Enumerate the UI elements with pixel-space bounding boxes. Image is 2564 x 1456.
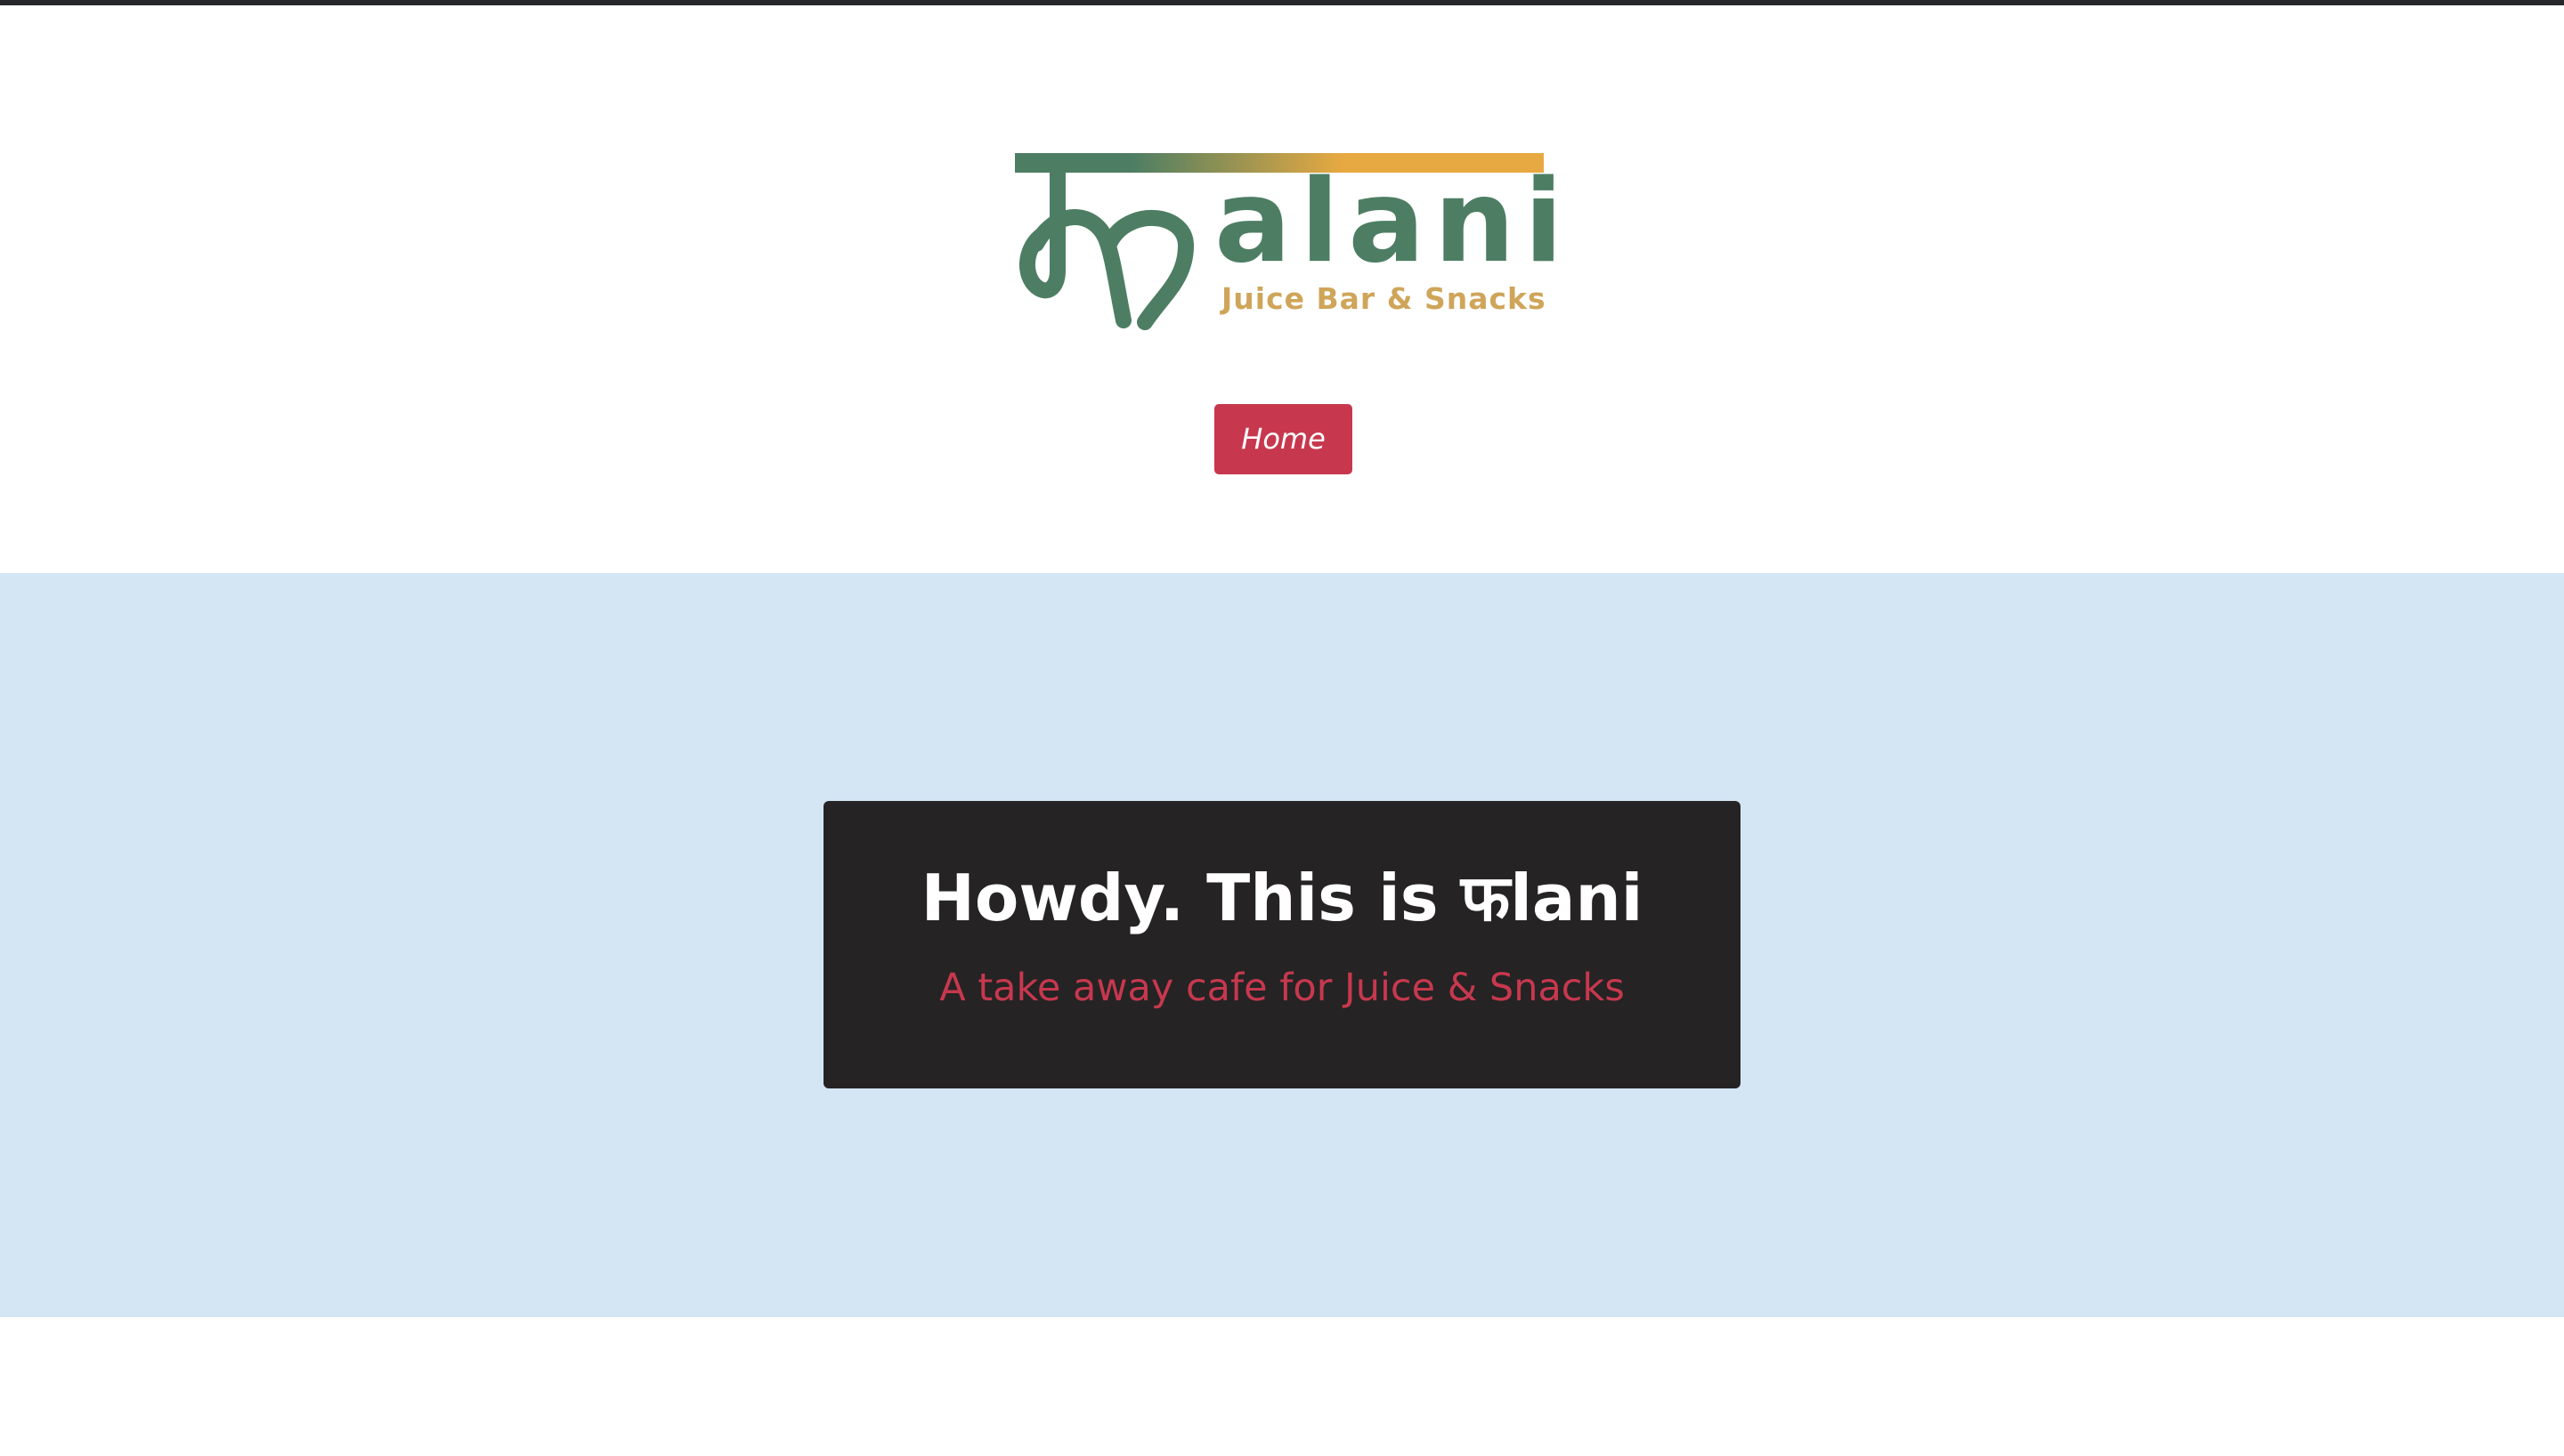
hero-title: Howdy. This is फlani [921, 861, 1643, 935]
hero-subtitle: A take away cafe for Juice & Snacks [939, 966, 1625, 1010]
hero-section: Howdy. This is फlani A take away cafe fo… [0, 573, 2564, 1317]
logo-tagline: Juice Bar & Snacks [1221, 281, 1546, 316]
page-bottom-space [0, 1317, 2564, 1456]
logo-wordmark: alani [1214, 156, 1572, 288]
hero-card: Howdy. This is फlani A take away cafe fo… [824, 801, 1740, 1088]
nav-home-button[interactable]: Home [1214, 404, 1352, 474]
site-logo[interactable]: alani Juice Bar & Snacks [1011, 146, 1563, 333]
site-header: alani Juice Bar & Snacks Home [0, 5, 2564, 573]
